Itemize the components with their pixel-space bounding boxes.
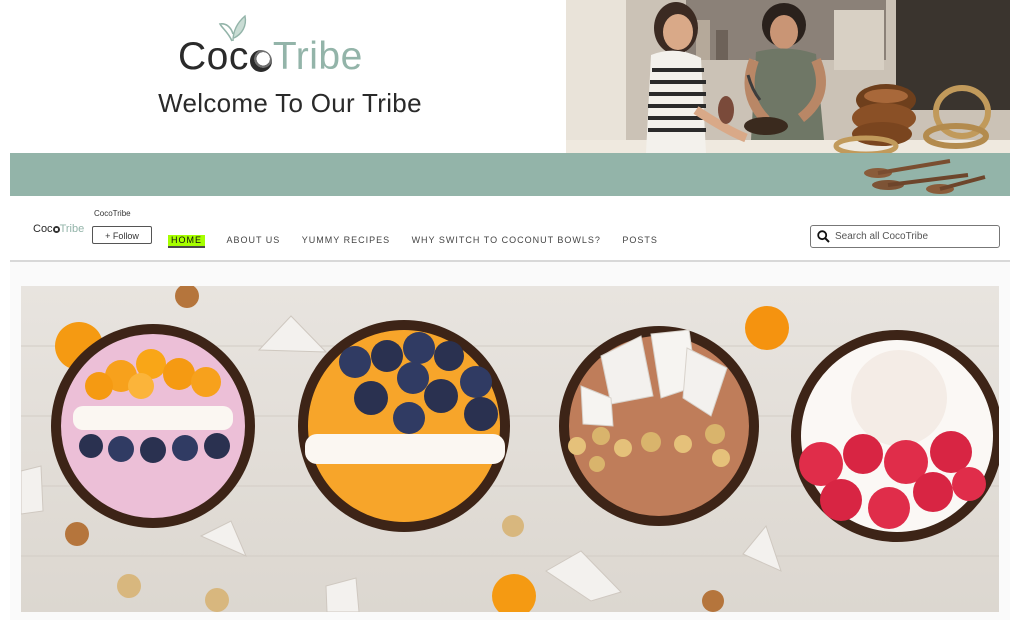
logo-coco-text: Coc <box>178 35 249 78</box>
hero-color-band <box>10 153 1010 196</box>
brand-logo: Coc Tribe <box>178 35 363 79</box>
storefront-page: Coc Tribe Welcome To Our Tribe Coc Tribe… <box>0 0 1016 620</box>
hero-banner: Coc Tribe Welcome To Our Tribe <box>10 0 1010 196</box>
nav-logo-coco: Coc <box>33 223 53 235</box>
nav-item-yummy-recipes[interactable]: YUMMY RECIPES <box>302 233 390 247</box>
search-input[interactable] <box>835 228 993 244</box>
store-navigation-bar: Coc Tribe CocoTribe + Follow HOME ABOUT U… <box>10 196 1010 262</box>
nav-logo-tribe: Tribe <box>59 223 85 235</box>
coconut-icon <box>52 226 60 233</box>
hero-tagline: Welcome To Our Tribe <box>158 88 422 118</box>
nav-menu: HOME ABOUT US YUMMY RECIPES WHY SWITCH T… <box>168 230 675 248</box>
nav-item-about-us[interactable]: ABOUT US <box>226 233 280 247</box>
nav-item-home[interactable]: HOME <box>168 235 205 248</box>
store-name: CocoTribe <box>94 209 131 218</box>
logo-tribe-text: Tribe <box>272 35 363 78</box>
smoothie-bowls-illustration <box>21 286 999 612</box>
nav-logo[interactable]: Coc Tribe <box>33 223 84 235</box>
hero-photo <box>566 0 1010 153</box>
content-area <box>10 262 1010 620</box>
hero-brand-panel: Coc Tribe Welcome To Our Tribe <box>10 0 566 153</box>
nav-item-why-switch[interactable]: WHY SWITCH TO COCONUT BOWLS? <box>412 233 601 247</box>
nav-item-posts[interactable]: POSTS <box>622 233 658 247</box>
kitchen-photo-illustration <box>566 0 1010 153</box>
search-box[interactable] <box>810 225 1000 248</box>
smoothie-bowls-image <box>21 286 999 612</box>
coconut-icon <box>249 50 272 72</box>
wooden-spoons-illustration <box>864 159 986 194</box>
search-icon <box>817 230 830 243</box>
follow-button[interactable]: + Follow <box>92 226 152 244</box>
